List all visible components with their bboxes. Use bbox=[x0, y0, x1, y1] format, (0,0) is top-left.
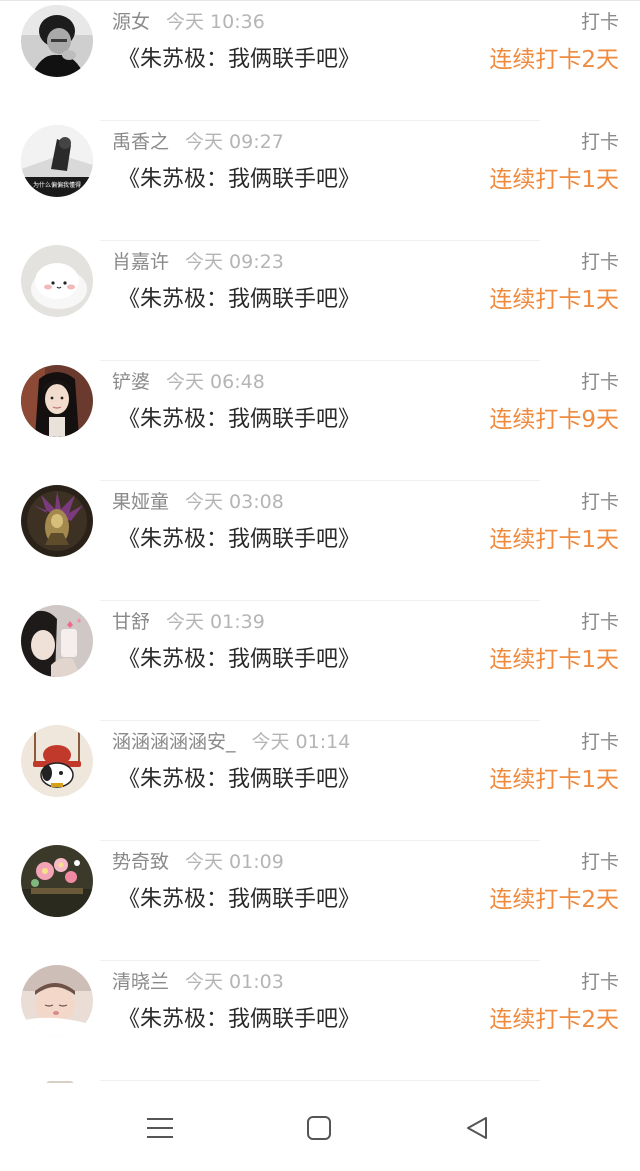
back-triangle-icon[interactable] bbox=[453, 1104, 501, 1152]
book-title[interactable]: 《朱苏极：我俩联手吧》 bbox=[118, 1003, 360, 1037]
book-title[interactable]: 《朱苏极：我俩联手吧》 bbox=[118, 643, 360, 677]
avatar[interactable] bbox=[21, 605, 93, 677]
user-info: 禹香之 今天 09:27 bbox=[112, 129, 284, 155]
user-info: 甘舒 今天 01:39 bbox=[112, 609, 265, 635]
post-time: 今天 01:39 bbox=[166, 611, 265, 633]
book-title[interactable]: 《朱苏极：我俩联手吧》 bbox=[118, 523, 360, 557]
user-name[interactable]: 果娅童 bbox=[112, 491, 169, 513]
checkin-list: 源女 今天 10:36 《朱苏极：我俩联手吧》 打卡 连续打卡2天 为什么偏偏我懂… bbox=[0, 0, 640, 1083]
user-info: 源女 今天 10:36 bbox=[112, 9, 265, 35]
list-item[interactable]: 涵涵涵涵涵安_ 今天 01:14 《朱苏极：我俩联手吧》 打卡 连续打卡1天 bbox=[0, 721, 640, 841]
post-time: 今天 06:48 bbox=[166, 371, 265, 393]
avatar[interactable] bbox=[21, 965, 93, 1037]
user-name[interactable]: 涵涵涵涵涵安_ bbox=[112, 731, 236, 753]
post-time: 今天 01:14 bbox=[251, 731, 351, 753]
list-item[interactable]: 清晓兰 今天 01:03 《朱苏极：我俩联手吧》 打卡 连续打卡2天 bbox=[0, 961, 640, 1081]
checkin-label: 打卡 bbox=[580, 851, 619, 873]
post-time: 今天 09:23 bbox=[185, 251, 284, 273]
user-name[interactable]: 禹香之 bbox=[112, 131, 169, 153]
checkin-label: 打卡 bbox=[580, 251, 619, 273]
post-time: 今天 03:08 bbox=[185, 491, 284, 513]
post-time: 今天 01:03 bbox=[185, 971, 284, 993]
user-name[interactable]: 势奇致 bbox=[112, 851, 169, 873]
streak-count: 连续打卡1天 bbox=[489, 167, 619, 193]
checkin-label: 打卡 bbox=[580, 371, 619, 393]
list-item[interactable]: 势奇致 今天 01:09 《朱苏极：我俩联手吧》 打卡 连续打卡2天 bbox=[0, 841, 640, 961]
avatar[interactable] bbox=[21, 725, 93, 797]
user-name[interactable]: 甘舒 bbox=[112, 611, 150, 633]
list-item[interactable]: 铲婆 今天 06:48 《朱苏极：我俩联手吧》 打卡 连续打卡9天 bbox=[0, 361, 640, 481]
list-item[interactable]: 肖嘉许 今天 09:23 《朱苏极：我俩联手吧》 打卡 连续打卡1天 bbox=[0, 241, 640, 361]
streak-count: 连续打卡1天 bbox=[489, 527, 619, 553]
streak-count: 连续打卡2天 bbox=[489, 47, 619, 73]
avatar[interactable] bbox=[21, 365, 93, 437]
streak-count: 连续打卡1天 bbox=[489, 287, 619, 313]
list-item[interactable]: 源女 今天 10:36 《朱苏极：我俩联手吧》 打卡 连续打卡2天 bbox=[0, 1, 640, 121]
book-title[interactable]: 《朱苏极：我俩联手吧》 bbox=[118, 403, 360, 437]
user-info: 势奇致 今天 01:09 bbox=[112, 849, 284, 875]
next-avatar-partial bbox=[46, 1081, 74, 1083]
list-item[interactable]: 果娅童 今天 03:08 《朱苏极：我俩联手吧》 打卡 连续打卡1天 bbox=[0, 481, 640, 601]
home-square-icon[interactable] bbox=[295, 1104, 343, 1152]
checkin-label: 打卡 bbox=[580, 731, 619, 753]
streak-count: 连续打卡2天 bbox=[489, 887, 619, 913]
avatar-caption: 为什么偏偏我懂得 bbox=[33, 181, 81, 189]
menu-icon[interactable] bbox=[136, 1104, 184, 1152]
streak-count: 连续打卡1天 bbox=[489, 647, 619, 673]
user-info: 果娅童 今天 03:08 bbox=[112, 489, 284, 515]
avatar[interactable]: 为什么偏偏我懂得 bbox=[21, 125, 93, 197]
streak-count: 连续打卡2天 bbox=[489, 1007, 619, 1033]
user-name[interactable]: 清晓兰 bbox=[112, 971, 169, 993]
book-title[interactable]: 《朱苏极：我俩联手吧》 bbox=[118, 43, 360, 77]
avatar[interactable] bbox=[21, 485, 93, 557]
user-info: 肖嘉许 今天 09:23 bbox=[112, 249, 284, 275]
book-title[interactable]: 《朱苏极：我俩联手吧》 bbox=[118, 283, 360, 317]
list-item[interactable]: 甘舒 今天 01:39 《朱苏极：我俩联手吧》 打卡 连续打卡1天 bbox=[0, 601, 640, 721]
user-info: 清晓兰 今天 01:03 bbox=[112, 969, 284, 995]
checkin-label: 打卡 bbox=[580, 131, 619, 153]
streak-count: 连续打卡1天 bbox=[489, 767, 619, 793]
user-info: 铲婆 今天 06:48 bbox=[112, 369, 265, 395]
user-name[interactable]: 源女 bbox=[112, 11, 150, 33]
checkin-label: 打卡 bbox=[580, 611, 619, 633]
post-time: 今天 10:36 bbox=[166, 11, 265, 33]
checkin-label: 打卡 bbox=[580, 11, 619, 33]
post-time: 今天 01:09 bbox=[185, 851, 284, 873]
book-title[interactable]: 《朱苏极：我俩联手吧》 bbox=[118, 163, 360, 197]
user-info: 涵涵涵涵涵安_ 今天 01:14 bbox=[112, 729, 350, 755]
book-title[interactable]: 《朱苏极：我俩联手吧》 bbox=[118, 763, 360, 797]
system-navigation-bar bbox=[0, 1084, 640, 1171]
avatar[interactable] bbox=[21, 5, 93, 77]
avatar[interactable] bbox=[21, 845, 93, 917]
user-name[interactable]: 肖嘉许 bbox=[112, 251, 169, 273]
list-item[interactable]: 为什么偏偏我懂得 禹香之 今天 09:27 《朱苏极：我俩联手吧》 打卡 连续打卡… bbox=[0, 121, 640, 241]
avatar[interactable] bbox=[21, 245, 93, 317]
checkin-label: 打卡 bbox=[580, 971, 619, 993]
book-title[interactable]: 《朱苏极：我俩联手吧》 bbox=[118, 883, 360, 917]
streak-count: 连续打卡9天 bbox=[489, 407, 619, 433]
user-name[interactable]: 铲婆 bbox=[112, 371, 150, 393]
checkin-label: 打卡 bbox=[580, 491, 619, 513]
post-time: 今天 09:27 bbox=[185, 131, 284, 153]
